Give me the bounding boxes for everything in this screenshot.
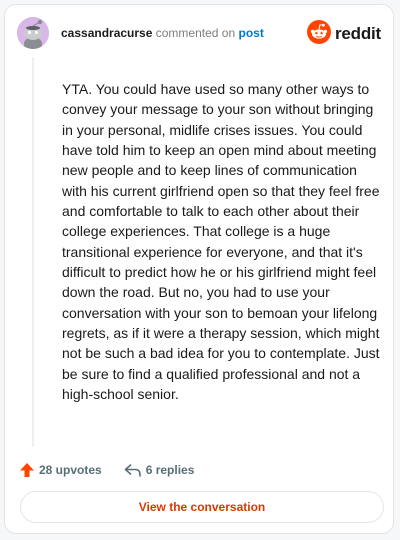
- reply-count: 6 replies: [145, 463, 195, 477]
- upvote-stat[interactable]: 28 upvotes: [19, 462, 102, 478]
- post-link[interactable]: post: [238, 26, 263, 40]
- comment-text: YTA. You could have used so many other w…: [62, 81, 380, 403]
- comment-card: cassandracurse commented on post reddit: [4, 4, 394, 534]
- reddit-brand[interactable]: reddit: [306, 19, 381, 49]
- comment-stats: 28 upvotes 6 replies: [19, 460, 194, 480]
- action-text: commented on: [155, 26, 236, 40]
- snoo-avatar-icon[interactable]: [17, 17, 49, 49]
- comment-body: YTA. You could have used so many other w…: [62, 79, 380, 405]
- username[interactable]: cassandracurse: [61, 26, 152, 40]
- reddit-wordmark: reddit: [334, 24, 381, 43]
- reddit-logo-icon: [306, 19, 331, 49]
- thread-line: [32, 57, 34, 447]
- reply-arrow-icon: [124, 462, 142, 478]
- comment-meta: cassandracurse commented on post: [61, 25, 264, 41]
- reply-stat[interactable]: 6 replies: [124, 462, 195, 478]
- view-conversation-button[interactable]: View the conversation: [20, 491, 384, 523]
- upvote-count: 28 upvotes: [39, 463, 102, 477]
- comment-header: cassandracurse commented on post reddit: [17, 17, 381, 51]
- upvote-arrow-icon: [19, 462, 35, 478]
